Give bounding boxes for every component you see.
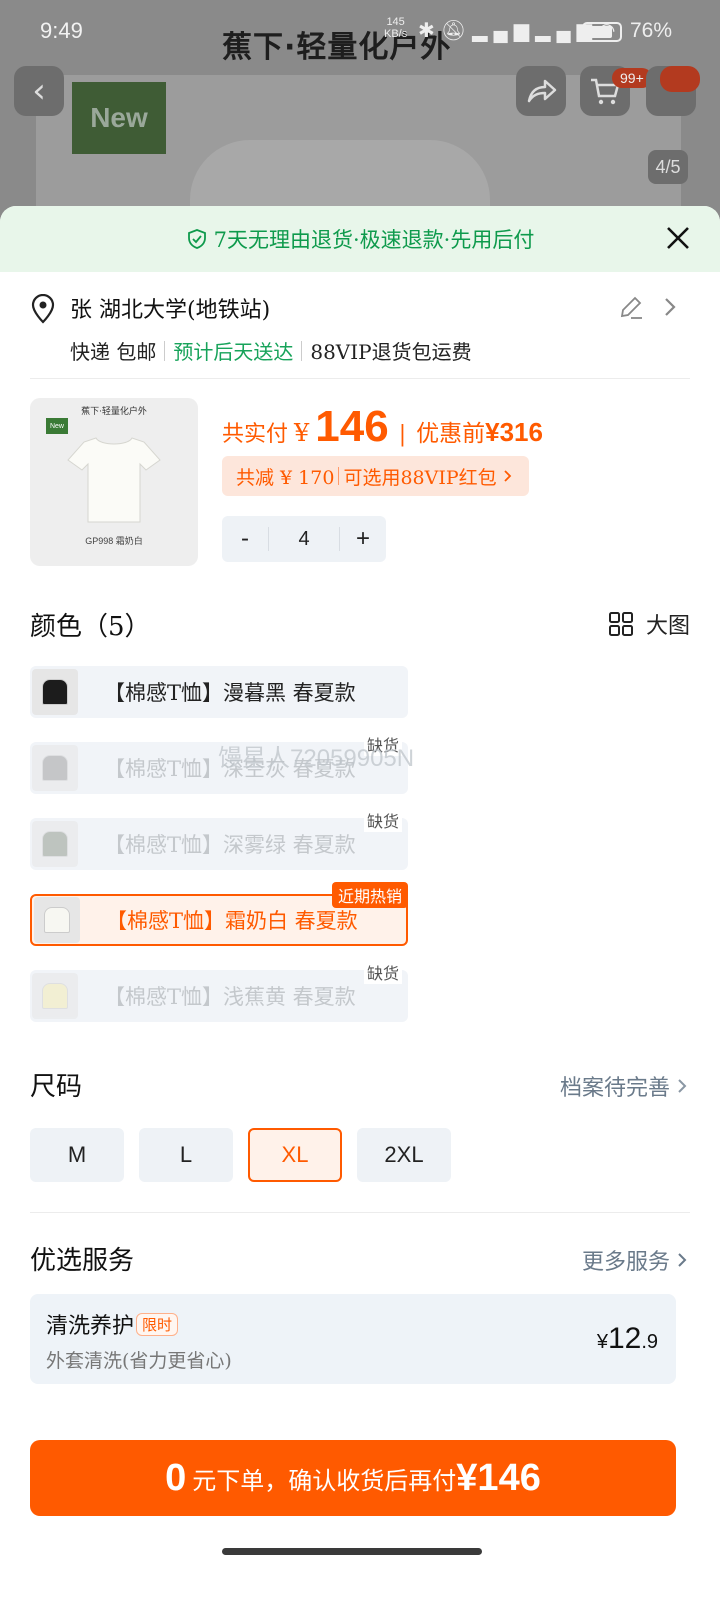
- discount-total: 共减 ¥ 170: [236, 466, 335, 489]
- color-section-title: 颜色（5）: [30, 612, 151, 642]
- service-price-dec: .9: [641, 1331, 658, 1353]
- paid-amount: 146: [315, 402, 389, 451]
- color-swatch-thumb: [34, 897, 80, 943]
- color-option[interactable]: 【棉感T恤】浅蕉黄 春夏款 缺货: [30, 960, 408, 1022]
- thumb-new-tag: New: [46, 418, 68, 434]
- color-option-label: 【棉感T恤】霜奶白 春夏款: [106, 909, 358, 933]
- network-speed: 145 KB/s: [384, 16, 407, 40]
- chevron-right-icon: [678, 1253, 687, 1267]
- grid-icon: [608, 612, 633, 636]
- color-option[interactable]: 【棉感T恤】漫暮黑 春夏款: [30, 666, 408, 718]
- before-amount: ¥316: [485, 417, 543, 447]
- service-desc: 外套清洗(省力更省心): [46, 1350, 232, 1372]
- price-summary: 共实付 ¥ 146 | 优惠前 ¥316: [222, 402, 543, 451]
- big-image-label: 大图: [645, 614, 690, 639]
- color-swatch-thumb: [32, 973, 78, 1019]
- guarantee-text: 7天无理由退货·极速退款·先用后付: [213, 228, 535, 252]
- big-image-toggle[interactable]: 大图: [608, 608, 690, 640]
- delivery-estimate: 预计后天送达: [173, 340, 294, 364]
- size-option-2xl[interactable]: 2XL: [357, 1128, 451, 1182]
- size-profile-label: 档案待完善: [559, 1076, 670, 1101]
- status-bar: 9:49 145 KB/s ✱🔕︎▂▄▆▂▄▆◠ 76%: [0, 0, 720, 62]
- network-speed-unit: KB/s: [384, 28, 408, 40]
- shipping-method: 快递 包邮: [70, 340, 157, 364]
- color-option[interactable]: 【棉感T恤】深雾绿 春夏款 缺货: [30, 808, 408, 870]
- color-option-label: 【棉感T恤】漫暮黑 春夏款: [104, 681, 356, 705]
- place-order-button[interactable]: 0 元下单，确认收货后再付 ¥146: [30, 1440, 676, 1516]
- color-swatch-thumb: [32, 745, 78, 791]
- service-card-cleaning[interactable]: 清洗养护 限时 外套清洗(省力更省心) ¥ 12 .9: [30, 1294, 676, 1384]
- color-option[interactable]: 【棉感T恤】霜奶白 春夏款 近期热销: [30, 882, 408, 946]
- cta-amount: 0: [165, 1456, 187, 1499]
- before-label: 优惠前: [416, 421, 486, 447]
- service-section-title: 优选服务: [30, 1246, 135, 1276]
- cta-price: ¥146: [456, 1456, 541, 1499]
- service-price: ¥ 12 .9: [597, 1322, 658, 1356]
- currency-symbol: ¥: [294, 419, 310, 447]
- more-services-label: 更多服务: [581, 1250, 670, 1275]
- out-of-stock-tag: 缺货: [363, 808, 402, 832]
- new-tag: New: [72, 82, 166, 154]
- increase-button[interactable]: +: [340, 525, 386, 553]
- service-price-int: 12: [607, 1322, 642, 1355]
- chevron-right-icon: [504, 470, 511, 482]
- out-of-stock-tag: 缺货: [363, 960, 402, 984]
- back-button[interactable]: ‹: [14, 66, 64, 116]
- thumb-caption: GP998 霜奶白: [85, 536, 143, 546]
- battery-icon: [582, 22, 622, 42]
- divider: [30, 1212, 690, 1213]
- shield-check-icon: [187, 229, 206, 249]
- status-time: 9:49: [40, 18, 83, 43]
- image-counter: 4/5: [648, 150, 688, 184]
- chevron-right-icon: [678, 1079, 687, 1093]
- size-option-xl[interactable]: XL: [248, 1128, 342, 1182]
- tshirt-image: [67, 437, 161, 523]
- cta-text: 元下单，确认收货后再付: [192, 1466, 457, 1495]
- color-swatch-thumb: [32, 821, 78, 867]
- quantity-value[interactable]: 4: [268, 527, 340, 551]
- quantity-stepper: - 4 +: [222, 516, 386, 562]
- signal-icon: ▂▄▆: [472, 20, 536, 42]
- guarantee-banner: 7天无理由退货·极速退款·先用后付: [0, 206, 720, 272]
- color-option-label: 【棉感T恤】浅蕉黄 春夏款: [104, 985, 356, 1009]
- discount-chip[interactable]: 共减 ¥ 170 可选用88VIP红包: [222, 456, 529, 496]
- product-thumbnail[interactable]: 蕉下·轻量化户外 New GP998 霜奶白: [30, 398, 198, 566]
- paid-label: 共实付: [222, 422, 289, 447]
- divider: [30, 378, 690, 379]
- chevron-right-icon[interactable]: [660, 294, 680, 320]
- close-icon[interactable]: [662, 222, 694, 254]
- thumb-brand: 蕉下·轻量化户外: [81, 407, 147, 417]
- service-currency: ¥: [596, 1331, 608, 1353]
- size-section-title: 尺码: [30, 1072, 83, 1102]
- color-option-label: 【棉感T恤】深雾绿 春夏款: [104, 833, 356, 857]
- battery-percent: 76%: [630, 19, 673, 42]
- mute-icon: 🔕︎: [440, 20, 473, 42]
- service-name: 清洗养护: [46, 1314, 135, 1339]
- discount-vip: 可选用88VIP红包: [343, 466, 497, 489]
- size-profile-link[interactable]: 档案待完善: [560, 1070, 690, 1102]
- decrease-button[interactable]: -: [222, 525, 268, 553]
- location-pin-icon: [31, 294, 55, 324]
- address-text: 张 湖北大学(地铁站): [70, 298, 271, 323]
- bluetooth-icon: ✱: [418, 20, 441, 42]
- share-icon: [527, 79, 557, 103]
- share-button[interactable]: [516, 66, 566, 116]
- network-speed-value: 145: [386, 16, 405, 28]
- watermark: 馒星人72059905N: [218, 745, 415, 772]
- sku-selection-sheet: 7天无理由退货·极速退款·先用后付 张 湖北大学(地铁站) 快递 包邮 预计后天…: [0, 206, 720, 1600]
- size-option-m[interactable]: M: [30, 1128, 124, 1182]
- hot-sale-tag: 近期热销: [331, 882, 408, 908]
- service-name-row: 清洗养护 限时: [46, 1308, 179, 1340]
- message-badge: [660, 66, 700, 92]
- shipping-info: 快递 包邮 预计后天送达 88VIP退货包运费: [70, 336, 472, 365]
- limited-badge: 限时: [136, 1312, 179, 1336]
- more-services-link[interactable]: 更多服务: [582, 1244, 690, 1276]
- vip-return-info: 88VIP退货包运费: [310, 340, 472, 364]
- color-swatch-thumb: [32, 669, 78, 715]
- edit-icon[interactable]: [618, 294, 644, 320]
- chevron-left-icon: ‹: [32, 71, 46, 111]
- home-indicator[interactable]: [222, 1548, 482, 1555]
- size-option-l[interactable]: L: [139, 1128, 233, 1182]
